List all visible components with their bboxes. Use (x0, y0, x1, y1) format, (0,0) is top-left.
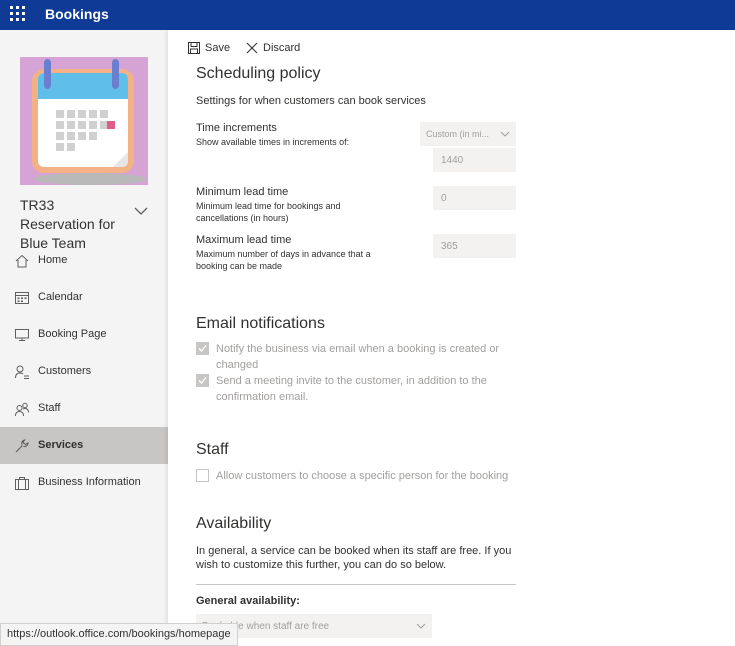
chevron-down-icon[interactable] (134, 206, 148, 216)
availability-desc: In general, a service can be booked when… (196, 545, 512, 571)
business-logo (20, 57, 148, 185)
sidebar-item-label: Booking Page (38, 328, 107, 340)
briefcase-icon (15, 477, 29, 490)
sidebar: TR33 Reservation for Blue Team Home Cale… (0, 30, 168, 646)
monitor-icon (15, 329, 29, 341)
chevron-down-icon (416, 623, 426, 629)
save-icon (188, 42, 200, 54)
choose-person-label: Allow customers to choose a specific per… (216, 470, 509, 482)
staff-heading: Staff (196, 441, 229, 458)
meeting-invite-option: Send a meeting invite to the customer, i… (196, 373, 516, 405)
discard-label: Discard (263, 42, 301, 54)
time-increments-input[interactable]: 1440 (433, 148, 516, 172)
command-bar: Save Discard (168, 38, 735, 62)
home-icon (15, 254, 29, 268)
divider (196, 584, 516, 585)
choose-person-option: Allow customers to choose a specific per… (196, 468, 536, 484)
save-button[interactable]: Save (188, 42, 230, 54)
sidebar-item-label: Services (38, 439, 84, 451)
sidebar-item-services[interactable]: Services (0, 427, 168, 464)
scheduling-policy-subtitle: Settings for when customers can book ser… (196, 95, 426, 107)
app-launcher-icon[interactable] (10, 6, 28, 24)
min-lead-time-input[interactable]: 0 (433, 186, 516, 210)
save-label: Save (205, 42, 231, 54)
choose-person-checkbox[interactable] (196, 469, 209, 482)
app-title[interactable]: Bookings (45, 6, 109, 22)
staff-icon (15, 402, 29, 417)
status-bar-url: https://outlook.office.com/bookings/home… (0, 623, 238, 646)
sidebar-item-label: Business Information (38, 476, 141, 488)
meeting-invite-checkbox[interactable] (196, 374, 209, 387)
min-lead-time-desc: Minimum lead time for bookings and cance… (196, 201, 341, 223)
availability-heading: Availability (196, 515, 272, 532)
sidebar-item-label: Staff (38, 402, 61, 414)
chevron-down-icon (500, 131, 510, 137)
sidebar-nav: Home Calendar Booking Page Customers Sta… (0, 242, 168, 501)
sidebar-item-label: Customers (38, 365, 92, 377)
service-details-panel: Save Discard Scheduling policy Settings … (168, 30, 735, 646)
general-availability-label: General availability: (196, 595, 300, 607)
time-increments-dropdown[interactable]: Custom (in mi... (420, 122, 516, 146)
max-lead-time-input[interactable]: 365 (433, 234, 516, 258)
meeting-invite-label: Send a meeting invite to the customer, i… (216, 375, 487, 403)
sidebar-item-calendar[interactable]: Calendar (0, 279, 168, 316)
email-notifications-heading: Email notifications (196, 315, 325, 332)
time-increments-desc: Show available times in increments of: (196, 137, 350, 147)
time-increments-dropdown-value: Custom (in mi... (426, 129, 490, 139)
sidebar-item-customers[interactable]: Customers (0, 353, 168, 390)
checkmark-icon (198, 345, 207, 352)
notify-business-checkbox[interactable] (196, 342, 209, 355)
checkmark-icon (198, 377, 207, 384)
notify-business-label: Notify the business via email when a boo… (216, 343, 500, 371)
notify-business-option: Notify the business via email when a boo… (196, 341, 516, 373)
time-increments-label: Time increments (196, 122, 277, 134)
discard-button[interactable]: Discard (246, 42, 300, 54)
top-bar: Bookings (0, 0, 735, 30)
sidebar-item-label: Home (38, 254, 68, 266)
calendar-icon (15, 292, 29, 304)
scheduling-policy-heading: Scheduling policy (196, 65, 321, 82)
max-lead-time-desc: Maximum number of days in advance that a… (196, 249, 371, 271)
close-icon (246, 42, 258, 54)
sidebar-item-booking-page[interactable]: Booking Page (0, 316, 168, 353)
sidebar-item-label: Calendar (38, 291, 83, 303)
wrench-icon (15, 439, 29, 453)
max-lead-time-label: Maximum lead time (196, 234, 292, 246)
sidebar-item-staff[interactable]: Staff (0, 390, 168, 427)
customers-icon (15, 365, 29, 379)
sidebar-item-business-information[interactable]: Business Information (0, 464, 168, 501)
min-lead-time-label: Minimum lead time (196, 186, 289, 198)
sidebar-item-home[interactable]: Home (0, 242, 168, 279)
